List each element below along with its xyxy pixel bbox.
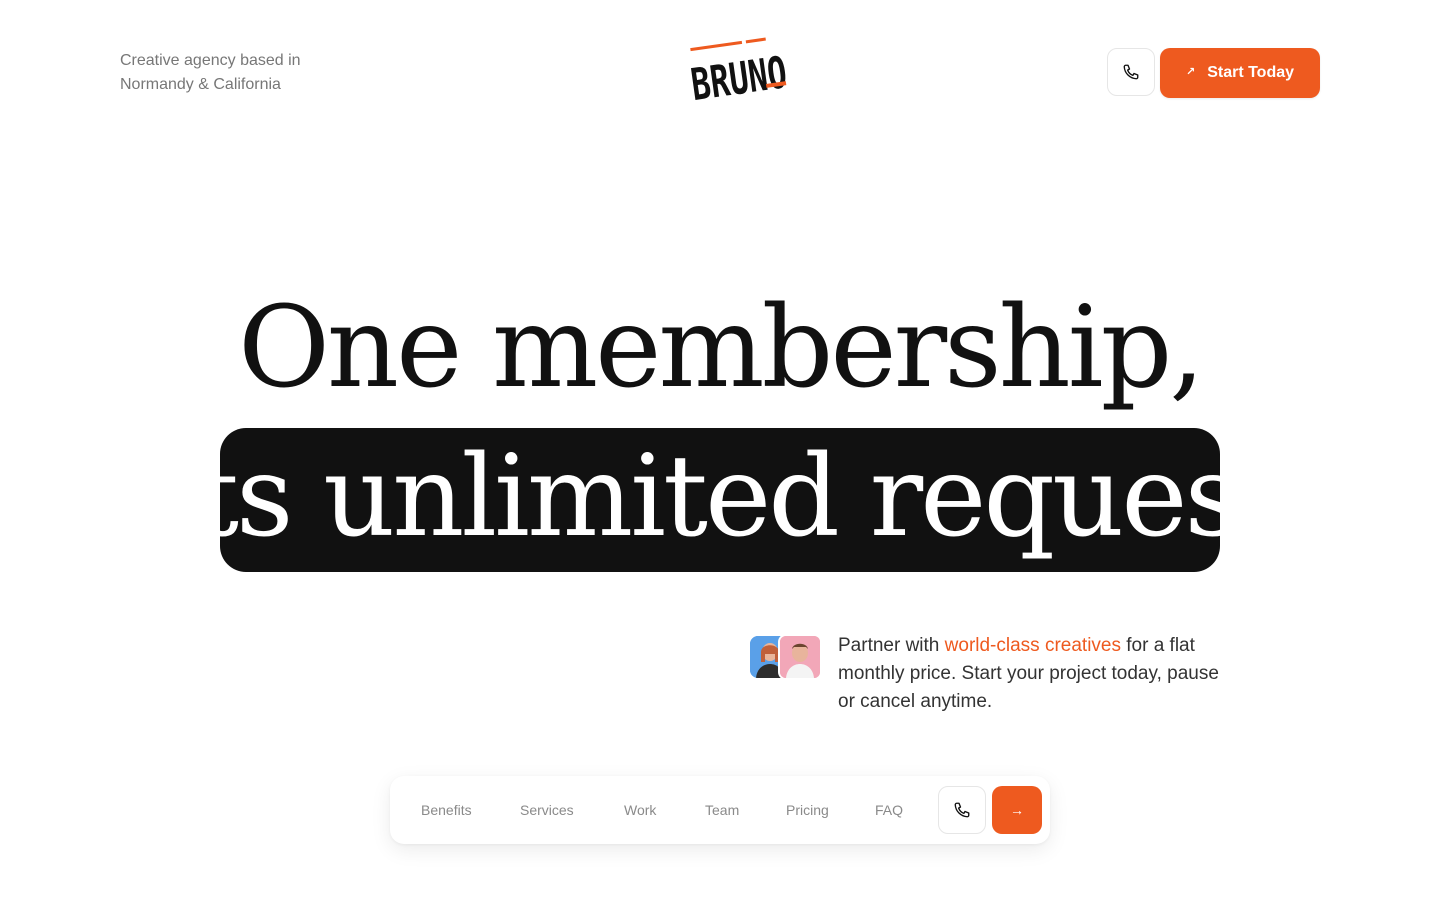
nav-phone-button[interactable] xyxy=(938,786,986,834)
nav-item-services[interactable]: Services xyxy=(520,800,574,820)
arrow-right-icon: → xyxy=(1010,802,1024,818)
phone-icon xyxy=(954,802,970,818)
blurb-highlight: world-class creatives xyxy=(944,635,1121,656)
phone-icon xyxy=(1123,64,1139,80)
hero-marquee-text: ts unlimited reques xyxy=(220,432,1220,562)
start-today-button[interactable]: ↗ Start Today xyxy=(1160,48,1320,98)
tagline-line-1: Creative agency based in xyxy=(120,52,301,69)
bruno-logo[interactable]: BRUNO xyxy=(676,30,796,114)
logo-text: BRUNO xyxy=(688,47,790,111)
nav-item-faq[interactable]: FAQ xyxy=(875,800,903,820)
agency-tagline: Creative agency based in Normandy & Cali… xyxy=(120,49,360,97)
nav-item-pricing[interactable]: Pricing xyxy=(786,800,829,820)
nav-item-benefits[interactable]: Benefits xyxy=(421,800,472,820)
hero-marquee-band: ts unlimited reques xyxy=(220,428,1220,572)
nav-item-team[interactable]: Team xyxy=(705,800,739,820)
blurb-text-before: Partner with xyxy=(838,635,945,656)
start-today-label: Start Today xyxy=(1207,64,1295,81)
avatar xyxy=(778,634,822,680)
landing-page: Creative agency based in Normandy & Cali… xyxy=(0,0,1440,900)
bottom-nav-bar: Benefits Services Work Team Pricing FAQ … xyxy=(390,776,1050,844)
hero-heading-line-1: One membership, xyxy=(238,283,1205,413)
arrow-up-right-icon: ↗ xyxy=(1185,65,1196,78)
partner-blurb: Partner with world-class creatives for a… xyxy=(838,632,1228,716)
team-avatars xyxy=(750,634,822,680)
tagline-line-2: Normandy & California xyxy=(120,76,281,93)
nav-go-button[interactable]: → xyxy=(992,786,1042,834)
nav-item-work[interactable]: Work xyxy=(624,800,656,820)
header-phone-button[interactable] xyxy=(1107,48,1155,96)
